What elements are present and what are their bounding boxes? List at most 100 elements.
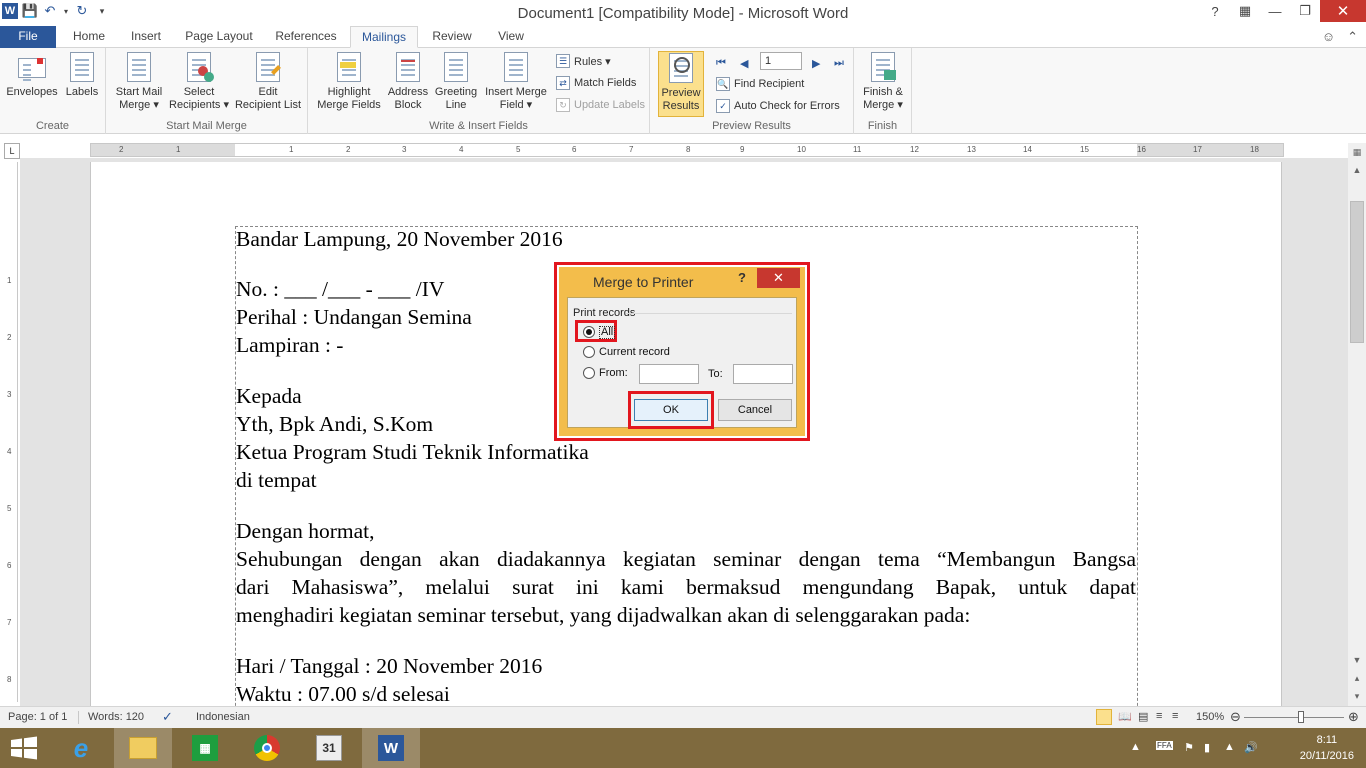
proofing-icon[interactable]: ✓ <box>162 709 173 725</box>
previous-record-icon[interactable]: ◀ <box>740 57 748 70</box>
doc-line-date-detail[interactable]: Hari / Tanggal : 20 November 2016 <box>236 654 542 679</box>
doc-line-place[interactable]: di tempat <box>236 468 317 493</box>
from-field[interactable] <box>639 364 699 384</box>
select-recipients-button[interactable]: Select Recipients ▾ <box>168 52 230 112</box>
minimize-button[interactable]: — <box>1260 0 1290 22</box>
tab-home[interactable]: Home <box>64 26 114 48</box>
radio-all-label[interactable]: All <box>599 326 616 339</box>
zoom-out-icon[interactable]: ⊖ <box>1230 709 1241 725</box>
tab-page-layout[interactable]: Page Layout <box>178 26 260 48</box>
labels-button[interactable]: Labels <box>62 52 102 99</box>
radio-from[interactable] <box>583 367 595 379</box>
doc-line-body-3[interactable]: menghadiri kegiatan seminar tersebut, ya… <box>236 603 970 628</box>
read-mode-icon[interactable]: 📖 <box>1118 710 1132 723</box>
doc-line-salutation[interactable]: Dengan hormat, <box>236 519 375 544</box>
outline-icon[interactable]: ≡ <box>1156 710 1162 722</box>
next-page-icon[interactable]: ▾ <box>1350 689 1364 703</box>
tab-references[interactable]: References <box>266 26 346 48</box>
draft-icon[interactable]: ≡ <box>1172 710 1178 722</box>
action-center-flag-icon[interactable]: ⚑ <box>1184 741 1194 754</box>
doc-line-body-2[interactable]: dari Mahasiswa”, melalui surat ini kami … <box>236 575 1136 600</box>
preview-results-label-block[interactable]: Preview Results <box>658 53 704 113</box>
dialog-help-button[interactable]: ? <box>738 270 746 285</box>
edit-recipient-list-button[interactable]: Edit Recipient List <box>232 52 304 112</box>
greeting-line-button[interactable]: Greeting Line <box>432 52 480 112</box>
address-block-button[interactable]: Address Block <box>386 52 430 112</box>
ribbon-display-icon[interactable]: ▦ <box>1230 0 1260 22</box>
taskbar-ie[interactable]: e <box>52 728 110 768</box>
taskbar-chrome[interactable] <box>238 728 296 768</box>
windows-start-icon[interactable] <box>10 736 38 760</box>
doc-line-subject[interactable]: Perihal : Undangan Semina <box>236 305 472 330</box>
tab-file[interactable]: File <box>0 26 56 48</box>
auto-check-errors-button[interactable]: ✓ Auto Check for Errors <box>716 97 840 115</box>
rules-button[interactable]: ☰ Rules ▾ <box>556 52 611 70</box>
previous-page-icon[interactable]: ▴ <box>1350 671 1364 685</box>
doc-line-time-detail[interactable]: Waktu : 07.00 s/d selesai <box>236 682 450 706</box>
vertical-ruler[interactable]: 1 2 3 4 5 6 7 8 <box>4 162 18 702</box>
taskbar-explorer[interactable] <box>114 728 172 768</box>
tab-view[interactable]: View <box>486 26 536 48</box>
record-number-input[interactable]: 1 <box>760 52 802 70</box>
doc-line-recipient[interactable]: Yth, Bpk Andi, S.Kom <box>236 412 433 437</box>
taskbar-word[interactable]: W <box>362 728 420 768</box>
find-recipient-button[interactable]: 🔍 Find Recipient <box>716 75 804 93</box>
dialog-close-button[interactable]: ✕ <box>757 268 800 288</box>
signal-icon[interactable]: ▲ <box>1224 741 1235 753</box>
insert-merge-field-button[interactable]: Insert Merge Field ▾ <box>482 52 550 112</box>
next-record-icon[interactable]: ▶ <box>812 57 820 70</box>
restore-button[interactable]: ❐ <box>1290 0 1320 22</box>
taskbar-store[interactable]: ▦ <box>176 728 234 768</box>
tab-review[interactable]: Review <box>424 26 480 48</box>
radio-from-label[interactable]: From: <box>599 367 628 379</box>
match-fields-button[interactable]: ⇄ Match Fields <box>556 74 636 92</box>
smiley-icon[interactable]: ☺ <box>1322 29 1335 45</box>
doc-line-body-1[interactable]: Sehubungan dengan akan diadakannya kegia… <box>236 547 1136 572</box>
doc-line-to[interactable]: Kepada <box>236 384 302 409</box>
volume-icon[interactable]: 🔊 <box>1244 741 1258 754</box>
tray-expand-icon[interactable]: ▲ <box>1130 741 1141 753</box>
doc-line-position[interactable]: Ketua Program Studi Teknik Informatika <box>236 440 589 465</box>
input-method-icon[interactable]: FFA <box>1156 741 1173 750</box>
scroll-up-icon[interactable]: ▲ <box>1350 163 1364 177</box>
ok-button[interactable]: OK <box>634 399 708 421</box>
radio-current-record[interactable] <box>583 346 595 358</box>
first-record-icon[interactable]: ⏮ <box>716 57 726 70</box>
radio-current-record-label[interactable]: Current record <box>599 346 670 358</box>
start-mail-merge-button[interactable]: Start Mail Merge ▾ <box>110 52 168 112</box>
tab-mailings[interactable]: Mailings <box>350 26 418 48</box>
help-icon[interactable]: ? <box>1200 0 1230 22</box>
tab-selector[interactable]: L <box>4 143 20 159</box>
scroll-down-icon[interactable]: ▼ <box>1350 653 1364 667</box>
print-layout-icon[interactable] <box>1096 709 1112 725</box>
finish-merge-button[interactable]: Finish & Merge ▾ <box>858 52 908 112</box>
zoom-in-icon[interactable]: ⊕ <box>1348 709 1359 725</box>
taskbar-calendar-app[interactable]: 31 <box>300 728 358 768</box>
doc-line-date[interactable]: Bandar Lampung, 20 November 2016 <box>236 227 563 252</box>
zoom-level[interactable]: 150% <box>1196 711 1224 723</box>
web-layout-icon[interactable]: ▤ <box>1138 710 1148 723</box>
last-record-icon[interactable]: ⏭ <box>834 57 844 70</box>
collapse-ribbon-icon[interactable]: ⌃ <box>1347 29 1358 45</box>
tab-insert[interactable]: Insert <box>120 26 172 48</box>
to-field[interactable] <box>733 364 793 384</box>
language[interactable]: Indonesian <box>196 711 250 723</box>
envelopes-button[interactable]: Envelopes <box>4 52 60 99</box>
close-button[interactable]: ✕ <box>1320 0 1366 22</box>
doc-line-number[interactable]: No. : ___ /___ - ___ /IV <box>236 277 444 302</box>
update-labels-button[interactable]: ↻ Update Labels <box>556 96 645 114</box>
battery-icon[interactable]: ▮ <box>1204 741 1210 754</box>
page-count[interactable]: Page: 1 of 1 <box>8 711 67 723</box>
zoom-slider-thumb[interactable] <box>1298 711 1304 723</box>
zoom-slider-track[interactable] <box>1244 717 1344 718</box>
highlight-merge-fields-button[interactable]: Highlight Merge Fields <box>314 52 384 112</box>
doc-line-attachment[interactable]: Lampiran : - <box>236 333 343 358</box>
horizontal-ruler[interactable]: 2 1 1 2 3 4 5 6 7 8 9 10 11 12 13 14 15 … <box>90 143 1284 157</box>
clock[interactable]: 8:11 20/11/2016 <box>1300 732 1354 764</box>
cancel-button[interactable]: Cancel <box>718 399 792 421</box>
word-count[interactable]: Words: 120 <box>88 711 144 723</box>
ruler-toggle-icon[interactable]: ▦ <box>1350 145 1364 159</box>
vertical-scrollbar[interactable]: ▦ ▲ ▼ ▴ ▾ <box>1348 143 1366 706</box>
radio-all[interactable] <box>583 326 595 338</box>
scrollbar-thumb[interactable] <box>1350 201 1364 343</box>
